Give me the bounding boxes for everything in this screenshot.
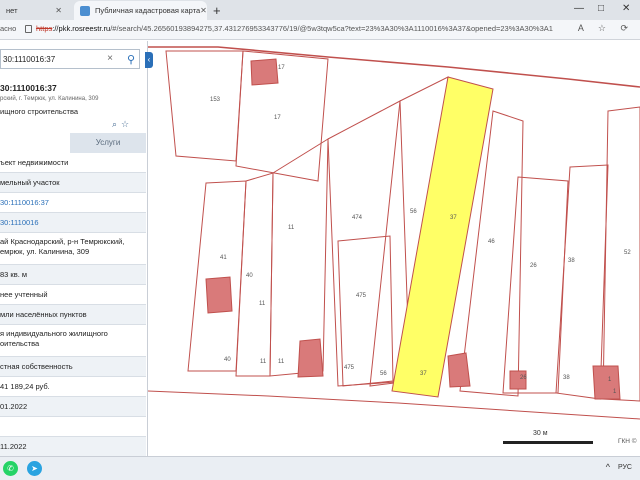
attribute-row: мли населённых пунктов xyxy=(0,305,146,325)
collapse-panel-button[interactable]: ‹ xyxy=(145,52,153,68)
building-17 xyxy=(250,58,279,86)
attribute-row: ъект недвижимости xyxy=(0,153,146,173)
cadastral-search-box[interactable]: 30:1110016:37 × ⚲ xyxy=(0,49,140,69)
parcel-38 xyxy=(555,164,609,400)
parcel-label: 11 xyxy=(288,225,295,231)
attribute-row: 41 189,24 руб. xyxy=(0,377,146,397)
attribute-row[interactable]: 30:1110016 xyxy=(0,213,146,233)
tab-close-icon[interactable]: ✕ xyxy=(55,6,62,15)
url-host: ://pkk.rosreestr.ru xyxy=(52,24,111,33)
parcel-label: 52 xyxy=(624,250,631,256)
parcel-label: 46 xyxy=(488,239,495,245)
map-favicon-icon xyxy=(80,5,90,16)
attribute-row: мельный участок xyxy=(0,173,146,193)
parcel-label: 11 xyxy=(278,359,285,365)
parcel-label: 41 xyxy=(220,255,227,261)
tab-active[interactable]: Публичная кадастровая карта ✕ xyxy=(74,1,207,20)
parcel-label: 26 xyxy=(530,263,537,269)
attribute-row: стная собственность xyxy=(0,357,146,377)
attribute-list: ъект недвижимости мельный участок 30:11100… xyxy=(0,153,146,457)
attribute-row[interactable]: 30:1110016:37 xyxy=(0,193,146,213)
parcel-52 xyxy=(602,106,640,402)
parcel-label: 475 xyxy=(344,365,355,371)
parcel-label: 11 xyxy=(260,359,267,365)
parcel-label: 26 xyxy=(520,375,527,381)
info-tabs: Услуги xyxy=(0,133,146,153)
scale-label: 30 м xyxy=(533,430,548,437)
search-icon[interactable]: ⚲ xyxy=(127,53,135,66)
tab-close-icon[interactable]: ✕ xyxy=(200,6,207,15)
scale-bar-line xyxy=(503,441,593,444)
tray-expand-icon[interactable]: ^ xyxy=(606,462,610,472)
browser-tab-bar: нет ✕ Публичная кадастровая карта ✕ + — … xyxy=(0,0,640,20)
map-copyright: ГКН © xyxy=(618,438,637,445)
building-41 xyxy=(205,276,233,314)
zoom-to-object-icon[interactable]: ⌕ xyxy=(112,119,121,129)
minimize-button[interactable]: — xyxy=(574,3,584,14)
parcel-label: 38 xyxy=(563,375,570,381)
search-input[interactable]: 30:1110016:37 xyxy=(3,55,55,64)
parcel-label: 37 xyxy=(450,215,457,221)
parcel-layer[interactable]: 153 17 17 11 41 40 11 40 11 11 474 475 475 56 56 37 37 46… xyxy=(148,41,640,456)
tab-inactive[interactable]: нет ✕ xyxy=(0,1,68,20)
building-474 xyxy=(297,338,324,378)
parcel-label: 40 xyxy=(246,273,253,279)
url-scheme: https xyxy=(36,24,53,33)
parcel-153 xyxy=(165,50,244,162)
parcel-label: 17 xyxy=(274,115,281,121)
tab-active-label: Публичная кадастровая карта xyxy=(95,6,201,15)
object-title: 30:1110016:37 xyxy=(0,83,57,93)
language-indicator[interactable]: РУС xyxy=(618,464,632,471)
object-type: ищного строительства xyxy=(0,107,79,116)
object-actions: ⌕☆ xyxy=(112,119,133,130)
attribute-row: я индивидуального жилищного оительства xyxy=(0,325,146,357)
parcel-label: 474 xyxy=(352,215,363,221)
tab-services[interactable]: Услуги xyxy=(70,133,146,153)
address-bar-icons[interactable]: A ☆ ⟳ xyxy=(578,23,634,34)
parcel-label: 38 xyxy=(568,258,575,264)
attribute-row: нее учтенный xyxy=(0,285,146,305)
telegram-icon[interactable]: ➤ xyxy=(27,461,42,476)
quarter-boundary xyxy=(148,46,640,88)
parcel-label: 11 xyxy=(259,301,266,307)
attribute-row: 83 кв. м xyxy=(0,265,146,285)
new-tab-button[interactable]: + xyxy=(213,3,221,18)
attribute-row: 11.2022 xyxy=(0,437,146,457)
attribute-row: 01.2022 xyxy=(0,397,146,417)
building-46 xyxy=(447,352,471,388)
parcel-label: 56 xyxy=(410,209,417,215)
map-scale-bar: 30 м xyxy=(503,430,593,449)
tab-inactive-label: нет xyxy=(6,6,18,15)
street-edge xyxy=(148,390,640,420)
object-address: рский, г. Темрюк, ул. Калинина, 309 xyxy=(0,96,99,102)
attribute-row xyxy=(0,417,146,437)
lock-icon xyxy=(25,25,32,33)
favorite-star-icon[interactable]: ☆ xyxy=(121,119,133,129)
parcel-475 xyxy=(337,235,394,387)
clear-search-icon[interactable]: × xyxy=(107,53,113,64)
parcel-label: 40 xyxy=(224,357,231,363)
url-path: /#/search/45.26560193894275,37.431276953… xyxy=(110,24,553,33)
parcel-label: 153 xyxy=(210,97,221,103)
whatsapp-icon[interactable]: ✆ xyxy=(3,461,18,476)
parcel-label: 56 xyxy=(380,371,387,377)
attribute-row: ай Краснодарский, р-н Темрюкский, емрюк,… xyxy=(0,233,146,265)
parcel-label: 17 xyxy=(278,65,285,71)
object-info-panel: 30:1110016:37 × ⚲ 30:1110016:37 рский, г… xyxy=(0,41,148,461)
url-field[interactable]: https://pkk.rosreestr.ru/#/search/45.265… xyxy=(36,24,556,33)
security-label[interactable]: асно xyxy=(0,24,16,33)
address-bar: асно https://pkk.rosreestr.ru/#/search/4… xyxy=(0,20,640,40)
cadastral-map[interactable]: 153 17 17 11 41 40 11 40 11 11 474 475 475 56 56 37 37 46… xyxy=(148,41,640,456)
parcel-474 xyxy=(327,100,411,387)
close-window-button[interactable]: ✕ xyxy=(622,3,630,14)
parcel-label: 475 xyxy=(356,293,367,299)
tab-information[interactable] xyxy=(0,133,70,153)
taskbar: ✆ ➤ ^ РУС xyxy=(0,456,640,480)
parcel-label: 37 xyxy=(420,371,427,377)
maximize-button[interactable]: □ xyxy=(598,3,604,14)
parcel-11 xyxy=(235,172,274,377)
